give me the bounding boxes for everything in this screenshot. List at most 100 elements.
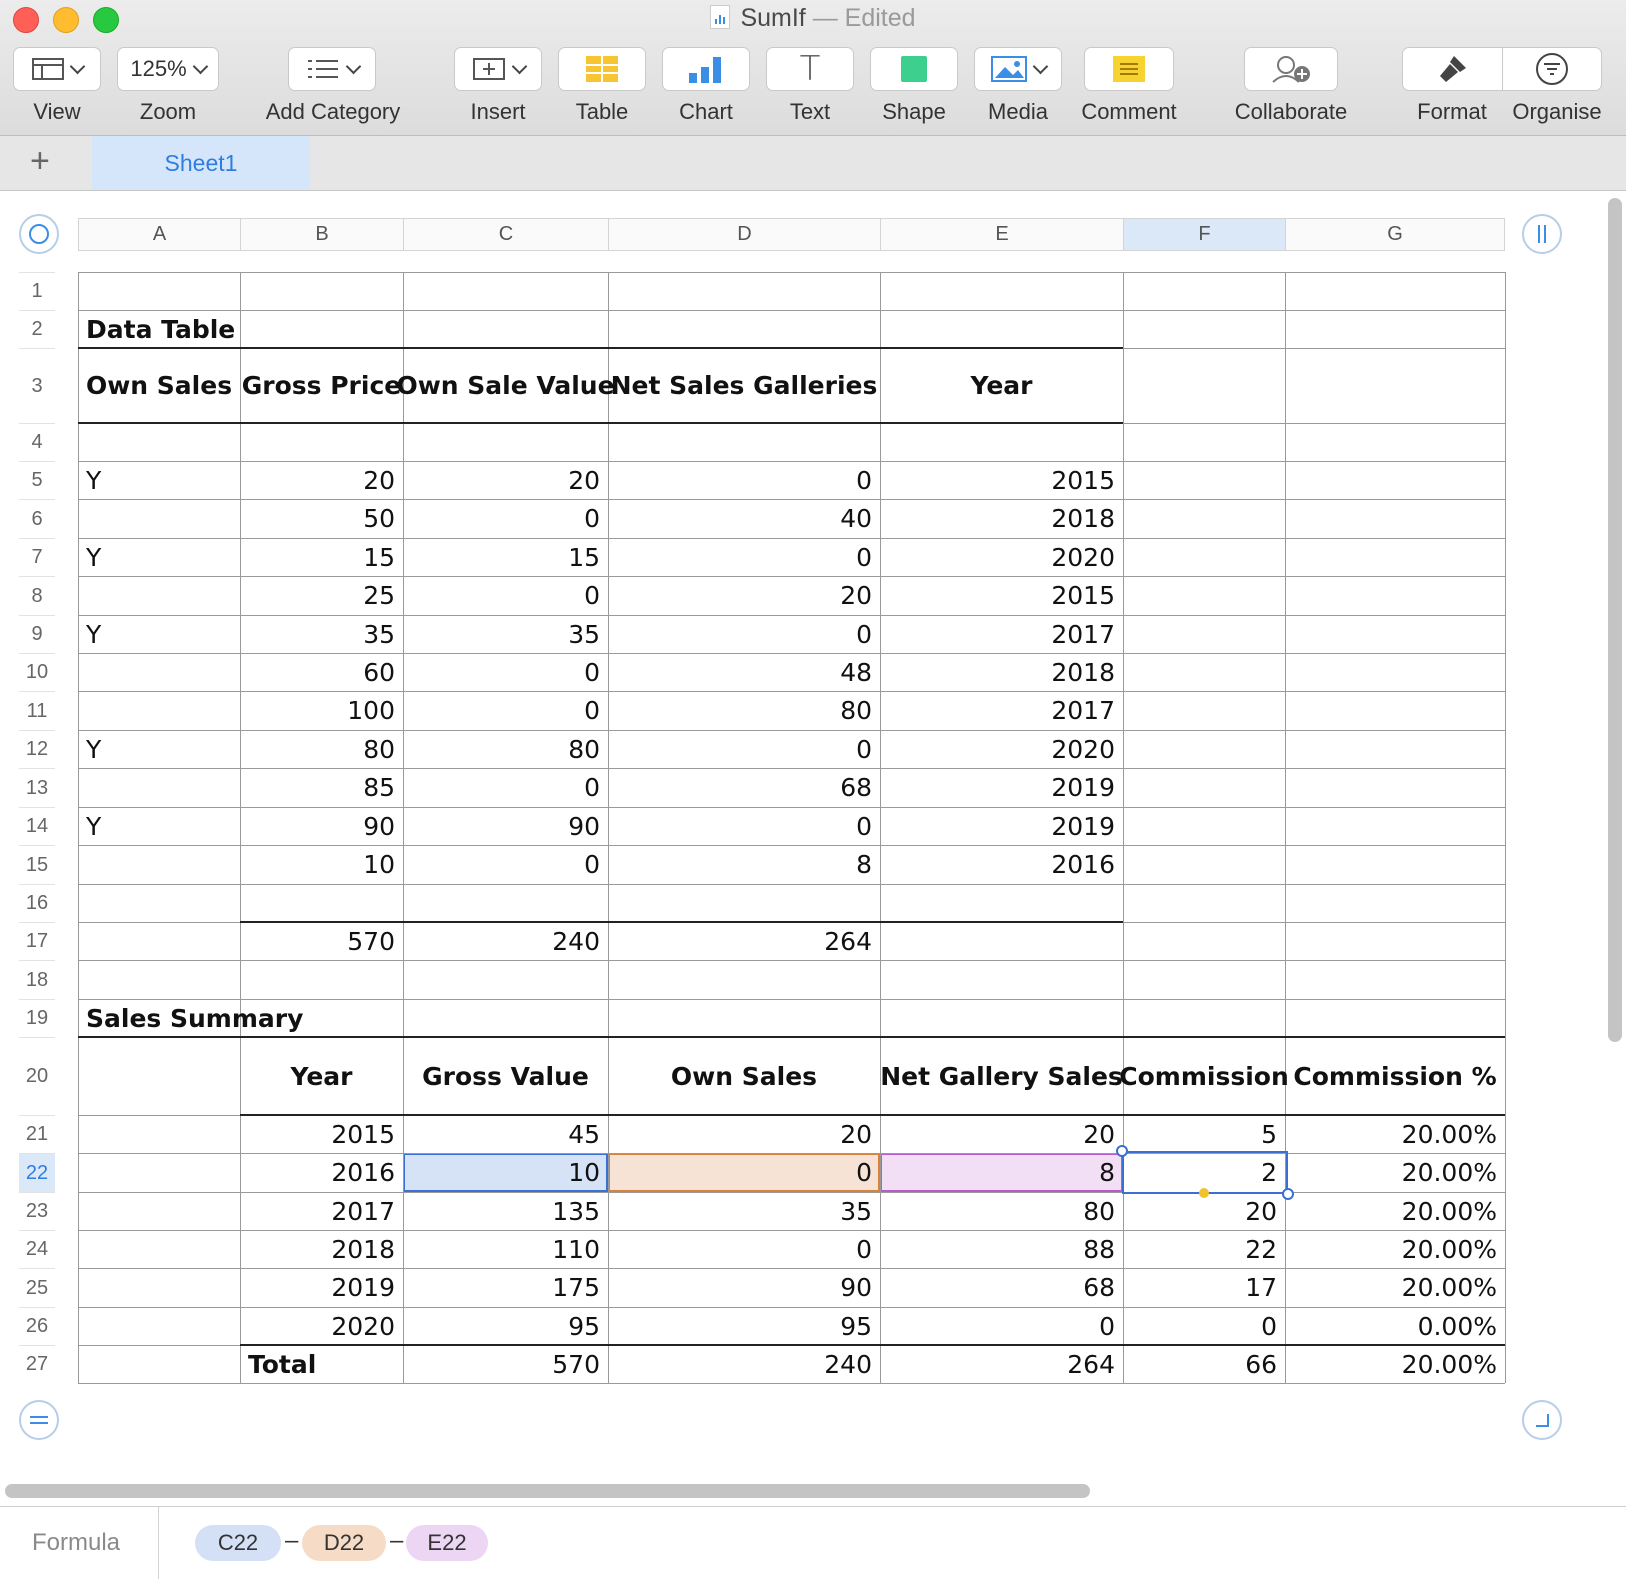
data-table-cell: 48: [840, 657, 872, 687]
row-header-6[interactable]: 6: [19, 499, 55, 538]
data-table-cell: 0: [856, 811, 872, 841]
horizontal-scrollbar[interactable]: [5, 1484, 1090, 1498]
data-table-cell: Y: [86, 542, 102, 572]
list-icon: [307, 60, 338, 78]
row-header-14[interactable]: 14: [19, 807, 55, 845]
sales-summary-header: Commission %: [1293, 1061, 1497, 1091]
row-header-19[interactable]: 19: [19, 999, 55, 1037]
column-header-a[interactable]: A: [78, 218, 240, 251]
media-button[interactable]: [974, 47, 1062, 91]
add-sheet-button[interactable]: +: [30, 142, 50, 181]
sales-summary-cell: 2017: [331, 1196, 395, 1226]
formula-token-c22[interactable]: C22: [195, 1525, 281, 1561]
chevron-down-icon: [511, 58, 527, 74]
window-toolbar: SumIf — Edited View 125% Zoom Add Catego…: [0, 0, 1626, 136]
formula-token-d22[interactable]: D22: [302, 1525, 386, 1561]
vertical-scrollbar[interactable]: [1608, 198, 1622, 1042]
data-table-header: Net Sales Galleries: [610, 371, 878, 400]
table-icon: [586, 56, 618, 82]
shape-button[interactable]: [870, 47, 958, 91]
row-handle-icon: [30, 1416, 48, 1424]
row-header-20[interactable]: 20: [19, 1037, 55, 1115]
column-header-d[interactable]: D: [608, 218, 880, 251]
row-header-18[interactable]: 18: [19, 960, 55, 999]
organise-label: Organise: [1512, 99, 1602, 124]
row-header-24[interactable]: 24: [19, 1230, 55, 1268]
row-header-17[interactable]: 17: [19, 922, 55, 960]
data-table-cell: 15: [363, 542, 395, 572]
data-table-cell: 80: [568, 734, 600, 764]
column-header-b[interactable]: B: [240, 218, 403, 251]
insert-button[interactable]: [454, 47, 542, 91]
add-row-button[interactable]: [19, 1400, 59, 1440]
row-header-7[interactable]: 7: [19, 538, 55, 576]
row-header-23[interactable]: 23: [19, 1192, 55, 1230]
grid-row-line: [78, 960, 1505, 961]
row-header-22[interactable]: 22: [19, 1153, 55, 1192]
bar-chart-icon: [689, 57, 721, 83]
data-table-cell: 2016: [1051, 850, 1115, 879]
zoom-select[interactable]: 125%: [117, 47, 219, 91]
collaborate-person-add-icon: [1272, 56, 1310, 83]
shape-label: Shape: [882, 99, 946, 124]
row-header-21[interactable]: 21: [19, 1115, 55, 1153]
table-button[interactable]: [558, 47, 646, 91]
data-table-cell: [78, 768, 240, 807]
numbers-document-icon: [710, 5, 731, 29]
row-header-11[interactable]: 11: [19, 691, 55, 730]
view-button[interactable]: [13, 47, 101, 91]
resize-table-button[interactable]: [1522, 1400, 1562, 1440]
autofill-handle[interactable]: [1199, 1188, 1209, 1198]
row-header-5[interactable]: 5: [19, 461, 55, 499]
formula-operator: –: [390, 1527, 404, 1554]
sales-summary-title: Sales Summary: [86, 1003, 304, 1033]
column-header-f[interactable]: F: [1123, 218, 1285, 251]
sales-summary-cell: 68: [1083, 1273, 1115, 1302]
column-header-e[interactable]: E: [880, 218, 1123, 251]
data-table-cell: 8: [856, 850, 872, 879]
sales-summary-cell: 20: [1083, 1119, 1115, 1149]
formula-token-e22[interactable]: E22: [406, 1525, 488, 1561]
row-header-8[interactable]: 8: [19, 576, 55, 615]
add-category-button[interactable]: [288, 47, 376, 91]
select-table-button[interactable]: [19, 214, 59, 254]
row-header-15[interactable]: 15: [19, 845, 55, 884]
organise-button[interactable]: [1503, 48, 1602, 90]
row-header-10[interactable]: 10: [19, 653, 55, 691]
data-table-cell: 35: [363, 619, 395, 649]
row-header-16[interactable]: 16: [19, 884, 55, 922]
tab-sheet1[interactable]: Sheet1: [92, 136, 310, 190]
comment-button[interactable]: [1084, 47, 1174, 91]
row-header-12[interactable]: 12: [19, 730, 55, 768]
column-header-c[interactable]: C: [403, 218, 608, 251]
row-header-13[interactable]: 13: [19, 768, 55, 807]
sales-summary-header: Commission: [1119, 1061, 1289, 1091]
data-table-cell: 20: [363, 465, 395, 495]
row-header-4[interactable]: 4: [19, 423, 55, 461]
add-column-button[interactable]: [1522, 214, 1562, 254]
collaborate-button[interactable]: [1244, 47, 1338, 91]
sales-summary-cell: 95: [568, 1311, 600, 1341]
row-header-26[interactable]: 26: [19, 1307, 55, 1345]
row-header-1[interactable]: 1: [19, 272, 55, 310]
sales-summary-cell: 20.00%: [1401, 1196, 1497, 1226]
row-header-3[interactable]: 3: [19, 348, 55, 423]
column-header-g[interactable]: G: [1285, 218, 1505, 251]
chart-button[interactable]: [662, 47, 750, 91]
data-table-cell: 0: [584, 773, 600, 802]
edited-status: — Edited: [812, 4, 916, 32]
text-button[interactable]: T: [766, 47, 854, 91]
row-header-2[interactable]: 2: [19, 310, 55, 348]
grid-column-line: [1505, 272, 1506, 1383]
format-button[interactable]: [1403, 48, 1503, 90]
data-table-cell: 2019: [1051, 773, 1115, 802]
sales-summary-cell: 20: [840, 1119, 872, 1149]
data-table-cell: 15: [568, 542, 600, 572]
row-header-27[interactable]: 27: [19, 1345, 55, 1383]
selection-handle-bottom[interactable]: [1282, 1188, 1294, 1200]
row-header-25[interactable]: 25: [19, 1268, 55, 1307]
sales-summary-cell: 88: [1083, 1234, 1115, 1264]
selection-handle-top[interactable]: [1116, 1145, 1128, 1157]
row-header-9[interactable]: 9: [19, 615, 55, 653]
data-table-cell: [78, 576, 240, 615]
